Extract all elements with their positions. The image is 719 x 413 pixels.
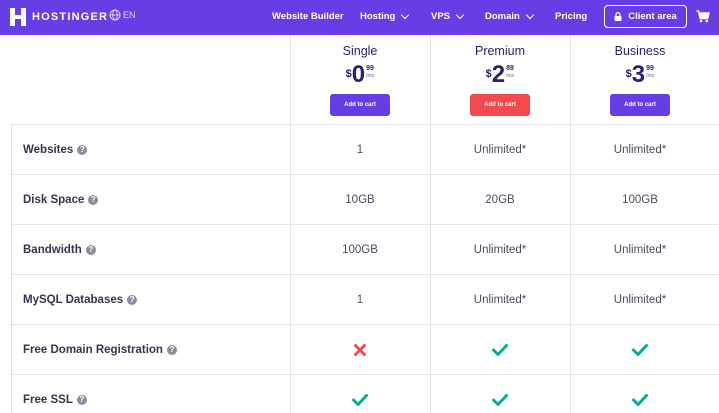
check-icon: [570, 325, 710, 375]
hostinger-logo-icon: [10, 8, 26, 26]
nav-domain[interactable]: Domain: [485, 10, 535, 22]
plan-name: Premium: [474, 44, 525, 58]
help-icon[interactable]: ?: [77, 145, 88, 155]
plan-price: $ 2 89/mo: [430, 62, 570, 90]
feature-label: Disk Space?: [23, 175, 99, 225]
chevron-down-icon: [455, 10, 465, 19]
feature-value: Unlimited*: [473, 244, 527, 256]
help-icon[interactable]: ?: [76, 395, 87, 405]
plan-name: Single: [342, 44, 378, 58]
price-cents: 89: [506, 65, 514, 72]
nav-website-builder[interactable]: Website Builder: [272, 11, 344, 22]
chevron-down-icon: [401, 10, 410, 19]
price-period: /mo: [506, 73, 515, 79]
help-icon[interactable]: ?: [127, 295, 138, 305]
globe-icon: [109, 9, 121, 21]
nav-vps[interactable]: VPS: [431, 10, 465, 22]
feature-value: Unlimited*: [613, 294, 667, 306]
feature-value: 1: [356, 144, 364, 156]
feature-row: Bandwidth? 100GB Unlimited* Unlimited*: [11, 224, 719, 275]
feature-label-text: Websites: [23, 144, 74, 156]
nav-hosting[interactable]: Hosting: [360, 10, 410, 22]
client-area-label: Client area: [628, 11, 677, 22]
check-icon: [570, 375, 710, 413]
price-cents: 99: [646, 65, 654, 72]
add-to-cart-button[interactable]: Add to cart: [330, 94, 390, 116]
nav-label: Hosting: [360, 11, 396, 22]
help-icon[interactable]: ?: [166, 345, 177, 355]
feature-label-text: Free Domain Registration: [23, 344, 163, 356]
cross-icon: [290, 325, 430, 375]
feature-value: 1: [356, 294, 364, 306]
feature-label-text: Disk Space: [23, 194, 85, 206]
feature-value: 10GB: [345, 194, 375, 206]
feature-row: Free SSL?: [11, 374, 719, 413]
top-navbar: HOSTINGER EN Website Builder Hosting VPS…: [0, 0, 719, 35]
plan-header-business: Business $ 3 99/mo Add to cart: [570, 35, 710, 116]
brand-name: HOSTINGER: [32, 11, 109, 23]
brand-logo[interactable]: HOSTINGER: [10, 8, 108, 26]
plan-name: Business: [614, 44, 666, 58]
feature-value: 100GB: [622, 194, 658, 206]
language-code: EN: [123, 10, 136, 20]
cart-icon: [696, 10, 710, 23]
feature-row: Disk Space? 10GB 20GB 100GB: [11, 174, 719, 225]
feature-value: 100GB: [342, 244, 378, 256]
feature-label: Free Domain Registration?: [23, 325, 177, 375]
feature-value: Unlimited*: [613, 244, 667, 256]
lock-icon: [614, 12, 622, 21]
client-area-button[interactable]: Client area: [604, 5, 687, 28]
feature-label: Free SSL?: [23, 375, 87, 413]
nav-label: Domain: [485, 11, 520, 22]
nav-pricing[interactable]: Pricing: [555, 11, 587, 22]
cart-button[interactable]: [696, 10, 710, 28]
feature-row: Free Domain Registration?: [11, 324, 719, 375]
feature-label: Bandwidth?: [23, 225, 96, 275]
nav-label: Pricing: [555, 11, 588, 22]
feature-value: Unlimited*: [473, 294, 527, 306]
plan-header-single: Single $ 0 99/mo Add to cart: [290, 35, 430, 116]
help-icon[interactable]: ?: [85, 245, 96, 255]
check-icon: [430, 375, 570, 413]
feature-label-text: MySQL Databases: [23, 294, 124, 306]
help-icon[interactable]: ?: [88, 195, 99, 205]
feature-row: MySQL Databases? 1 Unlimited* Unlimited*: [11, 274, 719, 325]
feature-value: 20GB: [485, 194, 515, 206]
price-main: 2: [491, 61, 506, 88]
check-icon: [290, 375, 430, 413]
price-main: 3: [631, 61, 646, 88]
check-icon: [430, 325, 570, 375]
plan-price: $ 3 99/mo: [570, 62, 710, 90]
feature-label-text: Bandwidth: [23, 244, 82, 256]
feature-label: Websites?: [23, 125, 88, 175]
price-main: 0: [351, 61, 366, 88]
price-period: /mo: [646, 73, 655, 79]
plan-header-premium: Premium $ 2 89/mo Add to cart: [430, 35, 570, 116]
add-to-cart-button[interactable]: Add to cart: [470, 94, 530, 116]
nav-label: Website Builder: [272, 11, 344, 22]
language-selector[interactable]: EN: [109, 9, 136, 21]
feature-value: Unlimited*: [613, 144, 667, 156]
price-period: /mo: [366, 73, 375, 79]
feature-row: Websites? 1 Unlimited* Unlimited*: [11, 124, 719, 175]
plan-price: $ 0 99/mo: [290, 62, 430, 90]
feature-label-text: Free SSL: [23, 394, 73, 406]
nav-label: VPS: [431, 11, 451, 22]
feature-value: Unlimited*: [473, 144, 527, 156]
add-to-cart-button[interactable]: Add to cart: [610, 94, 670, 116]
price-cents: 99: [366, 65, 374, 72]
feature-label: MySQL Databases?: [23, 275, 138, 325]
chevron-down-icon: [525, 10, 535, 19]
